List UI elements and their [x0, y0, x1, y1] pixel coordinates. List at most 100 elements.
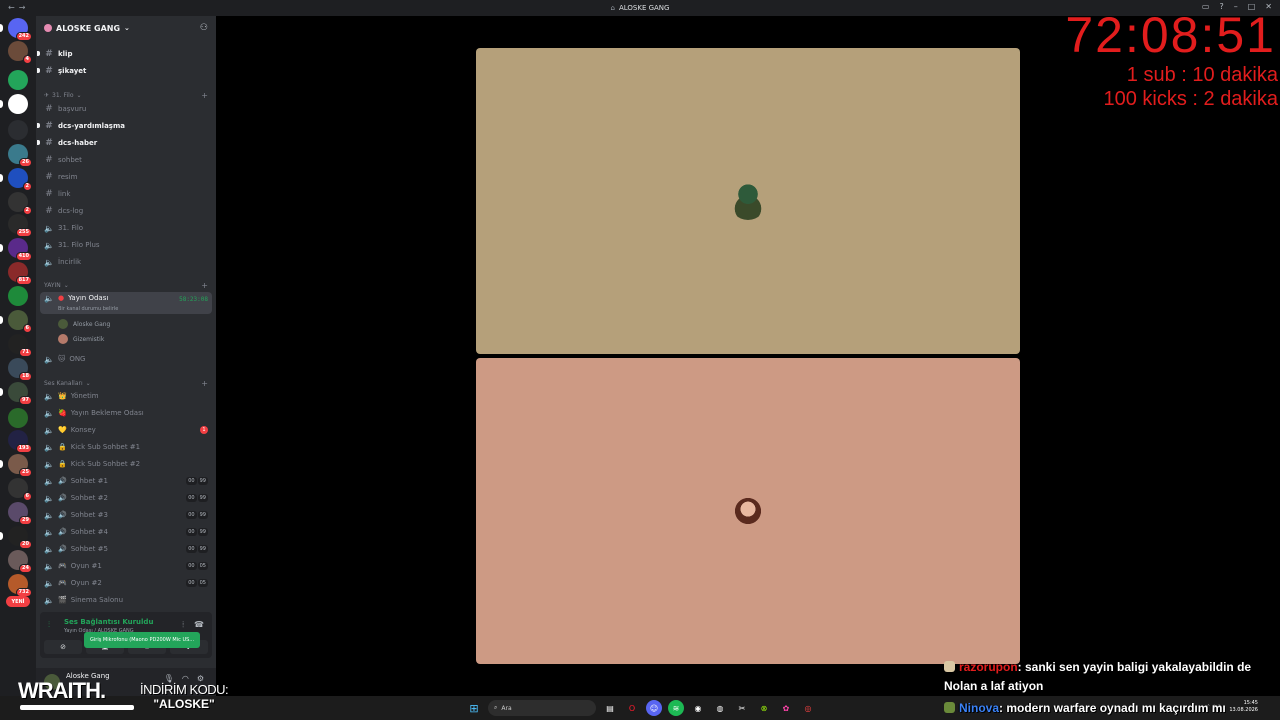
add-channel-icon[interactable]: +	[201, 281, 208, 290]
server-icon-0[interactable]: 242	[8, 18, 32, 41]
server-icon-14[interactable]: 18	[8, 358, 32, 381]
server-icon-9[interactable]: 410	[8, 238, 32, 261]
voice-channel-icon: 🔈	[44, 493, 54, 503]
voice-channel-icon: 🔈	[44, 425, 54, 435]
taskbar-search[interactable]: ⌕ Ara	[488, 700, 596, 716]
user-badge-icon	[944, 661, 955, 672]
server-icon-8[interactable]: 255	[8, 214, 32, 237]
server-icon-19[interactable]: 6	[8, 478, 32, 501]
channel-status-hint[interactable]: Bir kanal durumu belirle	[58, 306, 118, 312]
xbox-icon[interactable]: ⊗	[756, 700, 772, 716]
unread-pip	[0, 100, 3, 108]
server-icon-6[interactable]: 2	[8, 168, 32, 191]
participant-tile-gizemistik[interactable]	[476, 358, 1020, 664]
server-icon-21[interactable]: 20	[8, 526, 32, 549]
capcut-icon[interactable]: ✂	[734, 700, 750, 716]
category-yayin[interactable]: YAYIN ⌄ +	[44, 279, 212, 291]
discord-taskbar-icon[interactable]: ☺	[646, 700, 662, 716]
channel-ses-6[interactable]: 🔈 🔊 Sohbet #2 00 99	[40, 490, 212, 506]
voice-channel-icon: 🔈	[44, 527, 54, 537]
voice-channel-icon: 🔈	[44, 240, 54, 250]
promo-code: İNDİRİM KODU: "ALOSKE"	[140, 682, 229, 711]
voice-member[interactable]: Gizemistik	[58, 332, 104, 346]
channel-ses-8[interactable]: 🔈 🔊 Sohbet #4 00 99	[40, 524, 212, 540]
channel-filo-8[interactable]: 🔈 31. Filo Plus	[40, 237, 212, 253]
server-icon-2[interactable]	[8, 70, 28, 90]
channel-filo-1[interactable]: # dcs-yardımlaşma	[37, 118, 212, 134]
nav-arrows[interactable]: ←→	[8, 3, 29, 12]
channel-ses-4[interactable]: 🔈 🔒 Kick Sub Sohbet #2	[40, 456, 212, 472]
disconnect-icon[interactable]: ☎	[194, 620, 204, 630]
server-icon-7[interactable]: 2	[8, 192, 32, 215]
server-icon-15[interactable]: 97	[8, 382, 32, 405]
channel-filo-3[interactable]: # sohbet	[40, 152, 212, 168]
task-view-icon[interactable]: ▤	[602, 700, 618, 716]
add-channel-icon[interactable]: +	[201, 379, 208, 388]
text-channel-icon: #	[45, 121, 53, 131]
channel-ses-1[interactable]: 🔈 🍓 Yayın Bekleme Odası	[40, 405, 212, 421]
channel-ses-3[interactable]: 🔈 🔒 Kick Sub Sohbet #1	[40, 439, 212, 455]
server-icon-20[interactable]: 29	[8, 502, 32, 525]
channel-emoji-icon: 🎮	[58, 562, 67, 570]
new-servers-pill[interactable]: YENİ	[6, 596, 30, 607]
chrome-icon[interactable]: ◎	[800, 700, 816, 716]
channel-ses-5[interactable]: 🔈 🔊 Sohbet #1 00 99	[40, 473, 212, 489]
channel-yayin-odasi[interactable]: 🔈 ● Yayın Odası 58:23:08 Bir kanal durumu be…	[40, 292, 212, 314]
camera-off-button[interactable]: ⊘	[44, 640, 82, 654]
members-icon[interactable]: ⚇	[200, 23, 208, 33]
channel-ses-10[interactable]: 🔈 🎮 Oyun #1 00 05	[40, 558, 212, 574]
channel-ses-12[interactable]: 🔈 🎬 Sinema Salonu	[40, 592, 212, 608]
unread-pip	[0, 316, 3, 324]
server-icon-22[interactable]: 24	[8, 550, 32, 573]
server-icon-11[interactable]	[8, 286, 28, 306]
channel-filo-6[interactable]: # dcs-log	[40, 203, 212, 219]
server-icon-10[interactable]: 817	[8, 262, 32, 285]
channel-ses-2[interactable]: 🔈 💛 Konsey 1	[40, 422, 212, 438]
unread-pip	[0, 460, 3, 468]
category-31-filo[interactable]: ✈ 31. Filo ⌄ +	[44, 89, 212, 101]
channel-filo-0[interactable]: # başvuru	[40, 101, 212, 117]
channel-filo-4[interactable]: # resim	[40, 169, 212, 185]
windows-start-icon[interactable]: ⊞	[466, 700, 482, 716]
voice-channel-icon: 🔈	[44, 578, 54, 588]
voice-status[interactable]: Ses Bağlantısı Kuruldu	[64, 618, 153, 626]
server-icon-13[interactable]: 71	[8, 334, 32, 357]
opera-icon[interactable]: O	[624, 700, 640, 716]
participant-tile-aloske[interactable]	[476, 48, 1020, 354]
channel-ong[interactable]: 🔈 🐱 ONG	[40, 351, 212, 367]
channel-filo-9[interactable]: 🔈 İncirlik	[40, 254, 212, 270]
voice-member[interactable]: Aloske Gang	[58, 317, 110, 331]
server-icon-5[interactable]: 26	[8, 144, 32, 167]
copilot-icon[interactable]: ✿	[778, 700, 794, 716]
channel-1[interactable]: # şikayet	[37, 63, 212, 79]
channel-ses-0[interactable]: 🔈 👑 Yönetim	[40, 388, 212, 404]
spotify-icon[interactable]: ≋	[668, 700, 684, 716]
server-icon-3[interactable]	[8, 94, 28, 114]
steam-icon[interactable]: ◉	[690, 700, 706, 716]
server-mention-badge: 255	[15, 228, 32, 237]
sponsor-logo: WRAITH.	[18, 678, 106, 703]
server-icon-16[interactable]	[8, 408, 28, 428]
server-icon-12[interactable]: 6	[8, 310, 32, 333]
channel-ses-9[interactable]: 🔈 🔊 Sohbet #5 00 99	[40, 541, 212, 557]
voice-channel-icon: 🔈	[44, 561, 54, 571]
noise-suppression-icon[interactable]: ⦙	[182, 620, 184, 630]
add-channel-icon[interactable]: +	[201, 91, 208, 100]
channel-filo-7[interactable]: 🔈 31. Filo	[40, 220, 212, 236]
server-header[interactable]: ALOSKE GANG ⌄ ⚇	[36, 16, 216, 40]
channel-0[interactable]: # klip	[37, 46, 212, 62]
channel-ses-7[interactable]: 🔈 🔊 Sohbet #3 00 99	[40, 507, 212, 523]
server-icon-4[interactable]	[8, 120, 28, 140]
server-mention-badge: 18	[19, 372, 32, 381]
discord-icon: ⌂	[610, 4, 615, 12]
server-icon-23[interactable]: 732	[8, 574, 32, 597]
server-icon-18[interactable]: 25	[8, 454, 32, 477]
server-mention-badge: 242	[15, 32, 32, 41]
obs-icon[interactable]: ◍	[712, 700, 728, 716]
server-icon-17[interactable]: 193	[8, 430, 32, 453]
channel-filo-5[interactable]: # link	[40, 186, 212, 202]
channel-filo-2[interactable]: # dcs-haber	[37, 135, 212, 151]
server-icon-1[interactable]: 4	[8, 41, 32, 64]
unread-indicator	[37, 140, 40, 145]
channel-ses-11[interactable]: 🔈 🎮 Oyun #2 00 05	[40, 575, 212, 591]
